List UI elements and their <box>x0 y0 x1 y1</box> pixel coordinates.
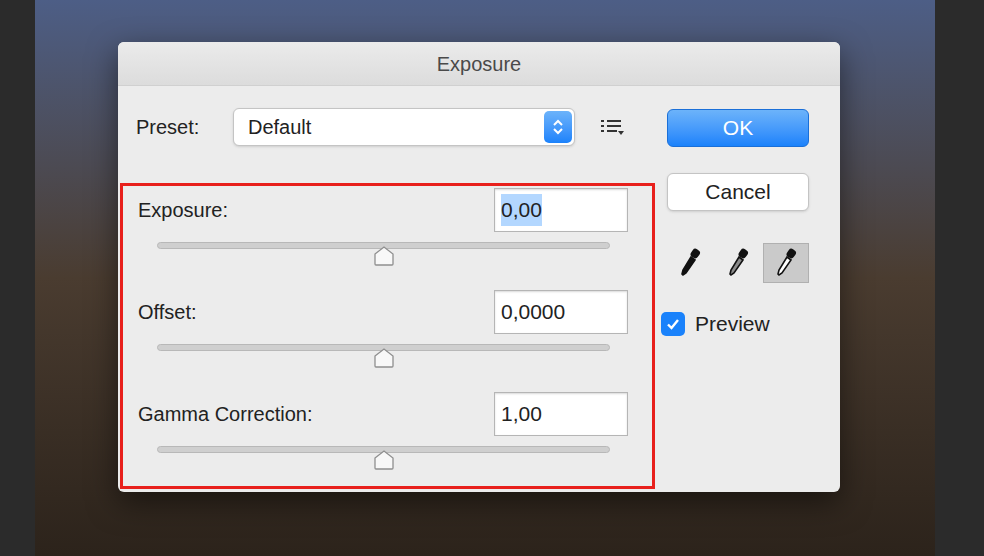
preview-label: Preview <box>695 308 770 340</box>
field-input[interactable]: 0,00 <box>494 188 628 232</box>
field-label: Exposure: <box>138 195 228 225</box>
eyedropper-button[interactable] <box>763 243 809 283</box>
left-column: Preset: Default Exposure: 0,00 Offset: 0,0000… <box>118 86 655 489</box>
preview-checkbox[interactable] <box>661 312 685 336</box>
ok-button[interactable]: OK <box>667 109 809 147</box>
eyedropper-button[interactable] <box>667 243 713 283</box>
title-bar: Exposure <box>118 42 840 86</box>
right-column: OK Cancel Preview <box>667 86 809 489</box>
eyedropper-icon <box>678 248 702 278</box>
adjustment-field: Gamma Correction: 1,00 <box>138 392 628 472</box>
exposure-dialog: Exposure Preset: Default Exposure: 0,00 Offse… <box>118 42 840 492</box>
up-down-chevron-icon <box>552 117 564 137</box>
field-input[interactable]: 1,00 <box>494 392 628 436</box>
eyedropper-button[interactable] <box>715 243 761 283</box>
slider[interactable] <box>157 242 610 268</box>
eyedropper-icon <box>774 248 798 278</box>
preset-label: Preset: <box>136 112 233 142</box>
field-value: 0,00 <box>501 194 542 226</box>
field-label: Offset: <box>138 297 197 327</box>
field-input[interactable]: 0,0000 <box>494 290 628 334</box>
eyedropper-row <box>667 243 809 283</box>
field-label: Gamma Correction: <box>138 399 313 429</box>
dialog-title: Exposure <box>437 49 522 79</box>
cancel-button[interactable]: Cancel <box>667 173 809 211</box>
check-icon <box>665 316 681 332</box>
slider-thumb-icon[interactable] <box>373 245 395 267</box>
slider[interactable] <box>157 344 610 370</box>
preset-menu-icon[interactable] <box>600 117 626 137</box>
preview-row[interactable]: Preview <box>661 308 809 340</box>
preset-value: Default <box>248 112 311 142</box>
screen: Exposure Preset: Default Exposure: 0,00 Offse… <box>0 0 984 556</box>
field-value: 1,00 <box>501 398 542 430</box>
slider-thumb-icon[interactable] <box>373 347 395 369</box>
adjustment-field: Offset: 0,0000 <box>138 290 628 370</box>
fields-box: Exposure: 0,00 Offset: 0,0000 Gamma Correcti… <box>120 183 655 489</box>
slider-thumb-icon[interactable] <box>373 449 395 471</box>
field-value: 0,0000 <box>501 296 565 328</box>
preset-row: Preset: Default <box>136 108 655 146</box>
preset-select[interactable]: Default <box>233 108 575 146</box>
adjustment-field: Exposure: 0,00 <box>138 188 628 268</box>
slider[interactable] <box>157 446 610 472</box>
eyedropper-icon <box>726 248 750 278</box>
select-stepper <box>544 111 572 143</box>
